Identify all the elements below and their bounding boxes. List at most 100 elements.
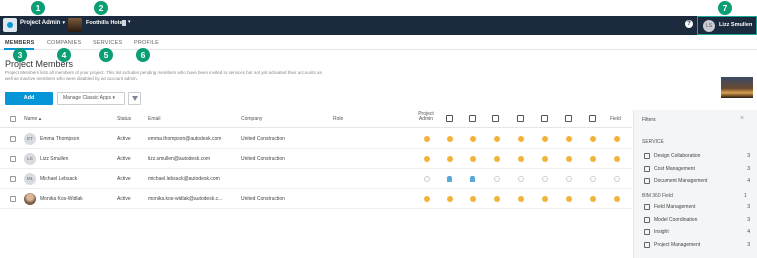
- project-thumbnail[interactable]: [68, 18, 82, 32]
- permission-admin-icon[interactable]: [542, 196, 548, 202]
- permission-user-icon[interactable]: [447, 176, 452, 182]
- permission-user-icon[interactable]: [470, 176, 475, 182]
- member-status: Active: [117, 156, 131, 162]
- document-icon: [122, 20, 126, 26]
- permission-admin-icon[interactable]: [447, 136, 453, 142]
- row-checkbox[interactable]: [10, 176, 16, 182]
- permission-admin-icon[interactable]: [542, 156, 548, 162]
- manage-classic-apps-button[interactable]: Manage Classic Apps ▾: [57, 92, 125, 105]
- permission-admin-icon[interactable]: [494, 196, 500, 202]
- page-description: Project Members lists all members of you…: [5, 70, 322, 81]
- permission-admin-icon[interactable]: [447, 156, 453, 162]
- account-menu[interactable]: Project Admin ▾: [20, 20, 65, 26]
- filter-item-label: Project Management: [654, 241, 701, 248]
- column-email[interactable]: Email: [148, 116, 161, 122]
- column-field[interactable]: Field: [610, 116, 621, 122]
- tab-companies[interactable]: COMPANIES: [47, 40, 81, 46]
- top-bar: Project Admin ▾ Foothills Hotel ▾ ? LS Li…: [0, 16, 757, 35]
- member-name[interactable]: Michael Lebsack: [40, 176, 77, 182]
- filter-icon[interactable]: [128, 92, 141, 105]
- filter-item[interactable]: Document Management 4: [642, 177, 750, 187]
- member-status: Active: [117, 176, 131, 182]
- permission-admin-icon[interactable]: [494, 156, 500, 162]
- page-title: Project Members: [5, 59, 74, 69]
- callout-marker-2: 2: [94, 1, 108, 15]
- table-row[interactable]: ET Emma Thompson Active emma.thompson@autod…: [0, 129, 632, 149]
- avatar: ET: [24, 133, 36, 145]
- filter-item[interactable]: Field Management 3: [642, 203, 750, 213]
- permission-admin-icon[interactable]: [494, 136, 500, 142]
- permission-admin-icon[interactable]: [518, 196, 524, 202]
- permission-none-icon[interactable]: [614, 176, 620, 182]
- project-name[interactable]: Foothills Hotel: [86, 20, 124, 26]
- table-row[interactable]: LS Lizz Smullen Active lizz.smullen@autodes…: [0, 149, 632, 169]
- table-row[interactable]: ML Michael Lebsack Active michael.lebsack@a…: [0, 169, 632, 189]
- member-name[interactable]: Monika Kos-Widlak: [40, 196, 83, 202]
- chevron-down-icon: ▾: [62, 20, 65, 26]
- document-management-icon: [469, 115, 476, 122]
- column-company[interactable]: Company: [241, 116, 262, 122]
- permission-admin-icon[interactable]: [566, 156, 572, 162]
- select-all-checkbox[interactable]: [10, 116, 16, 122]
- column-role[interactable]: Role: [333, 116, 343, 122]
- member-name[interactable]: Lizz Smullen: [40, 156, 68, 162]
- column-name[interactable]: Name ▴: [24, 116, 41, 122]
- permission-admin-icon[interactable]: [590, 136, 596, 142]
- filter-item-count: 4: [747, 229, 750, 235]
- permission-admin-icon[interactable]: [424, 156, 430, 162]
- member-status: Active: [117, 196, 131, 202]
- permission-admin-icon[interactable]: [470, 196, 476, 202]
- callout-marker-6: 6: [136, 48, 150, 62]
- permission-admin-icon[interactable]: [518, 156, 524, 162]
- permission-admin-icon[interactable]: [447, 196, 453, 202]
- permission-none-icon[interactable]: [424, 176, 430, 182]
- close-icon[interactable]: ×: [740, 115, 744, 122]
- help-icon[interactable]: ?: [685, 20, 693, 28]
- tab-profile[interactable]: PROFILE: [134, 40, 159, 46]
- permission-none-icon[interactable]: [590, 176, 596, 182]
- permission-none-icon[interactable]: [542, 176, 548, 182]
- permission-none-icon[interactable]: [494, 176, 500, 182]
- user-menu[interactable]: LS Lizz Smullen: [697, 16, 757, 35]
- permission-admin-icon[interactable]: [424, 136, 430, 142]
- filter-item[interactable]: Model Coordination 3: [642, 216, 750, 226]
- filter-item[interactable]: Cost Management 3: [642, 165, 750, 175]
- permission-admin-icon[interactable]: [614, 156, 620, 162]
- avatar: LS: [24, 153, 36, 165]
- member-company: United Construction: [241, 136, 285, 142]
- table-row[interactable]: Monika Kos-Widlak Active monika.kos-widlak…: [0, 189, 632, 209]
- permission-admin-icon[interactable]: [566, 136, 572, 142]
- column-project-admin[interactable]: Project Admin: [414, 112, 438, 122]
- app-switcher-icon[interactable]: [3, 18, 17, 32]
- row-checkbox[interactable]: [10, 136, 16, 142]
- permission-admin-icon[interactable]: [590, 196, 596, 202]
- filter-item[interactable]: Project Management 3: [642, 241, 750, 251]
- permission-admin-icon[interactable]: [614, 136, 620, 142]
- chevron-down-icon[interactable]: ▾: [128, 19, 131, 25]
- column-status[interactable]: Status: [117, 116, 131, 122]
- tab-services[interactable]: SERVICES: [93, 40, 122, 46]
- permission-admin-icon[interactable]: [614, 196, 620, 202]
- filter-item[interactable]: Design Collaboration 3: [642, 152, 750, 162]
- permission-admin-icon[interactable]: [470, 156, 476, 162]
- service-icon: [644, 229, 650, 235]
- project-image: [721, 77, 753, 98]
- tab-members[interactable]: MEMBERS: [5, 40, 35, 46]
- permission-admin-icon[interactable]: [424, 196, 430, 202]
- member-name[interactable]: Emma Thompson: [40, 136, 79, 142]
- filter-count: 1: [744, 193, 747, 199]
- permission-admin-icon[interactable]: [470, 136, 476, 142]
- filter-item[interactable]: Insight 4: [642, 228, 750, 238]
- permission-admin-icon[interactable]: [566, 196, 572, 202]
- permission-admin-icon[interactable]: [542, 136, 548, 142]
- service-icon: [644, 204, 650, 210]
- permission-none-icon[interactable]: [518, 176, 524, 182]
- permission-admin-icon[interactable]: [590, 156, 596, 162]
- row-checkbox[interactable]: [10, 156, 16, 162]
- permission-none-icon[interactable]: [566, 176, 572, 182]
- permission-admin-icon[interactable]: [518, 136, 524, 142]
- tab-bar: MEMBERS COMPANIES SERVICES PROFILE: [0, 36, 757, 50]
- add-button[interactable]: Add: [5, 92, 53, 105]
- service-icon: [644, 216, 650, 223]
- row-checkbox[interactable]: [10, 196, 16, 202]
